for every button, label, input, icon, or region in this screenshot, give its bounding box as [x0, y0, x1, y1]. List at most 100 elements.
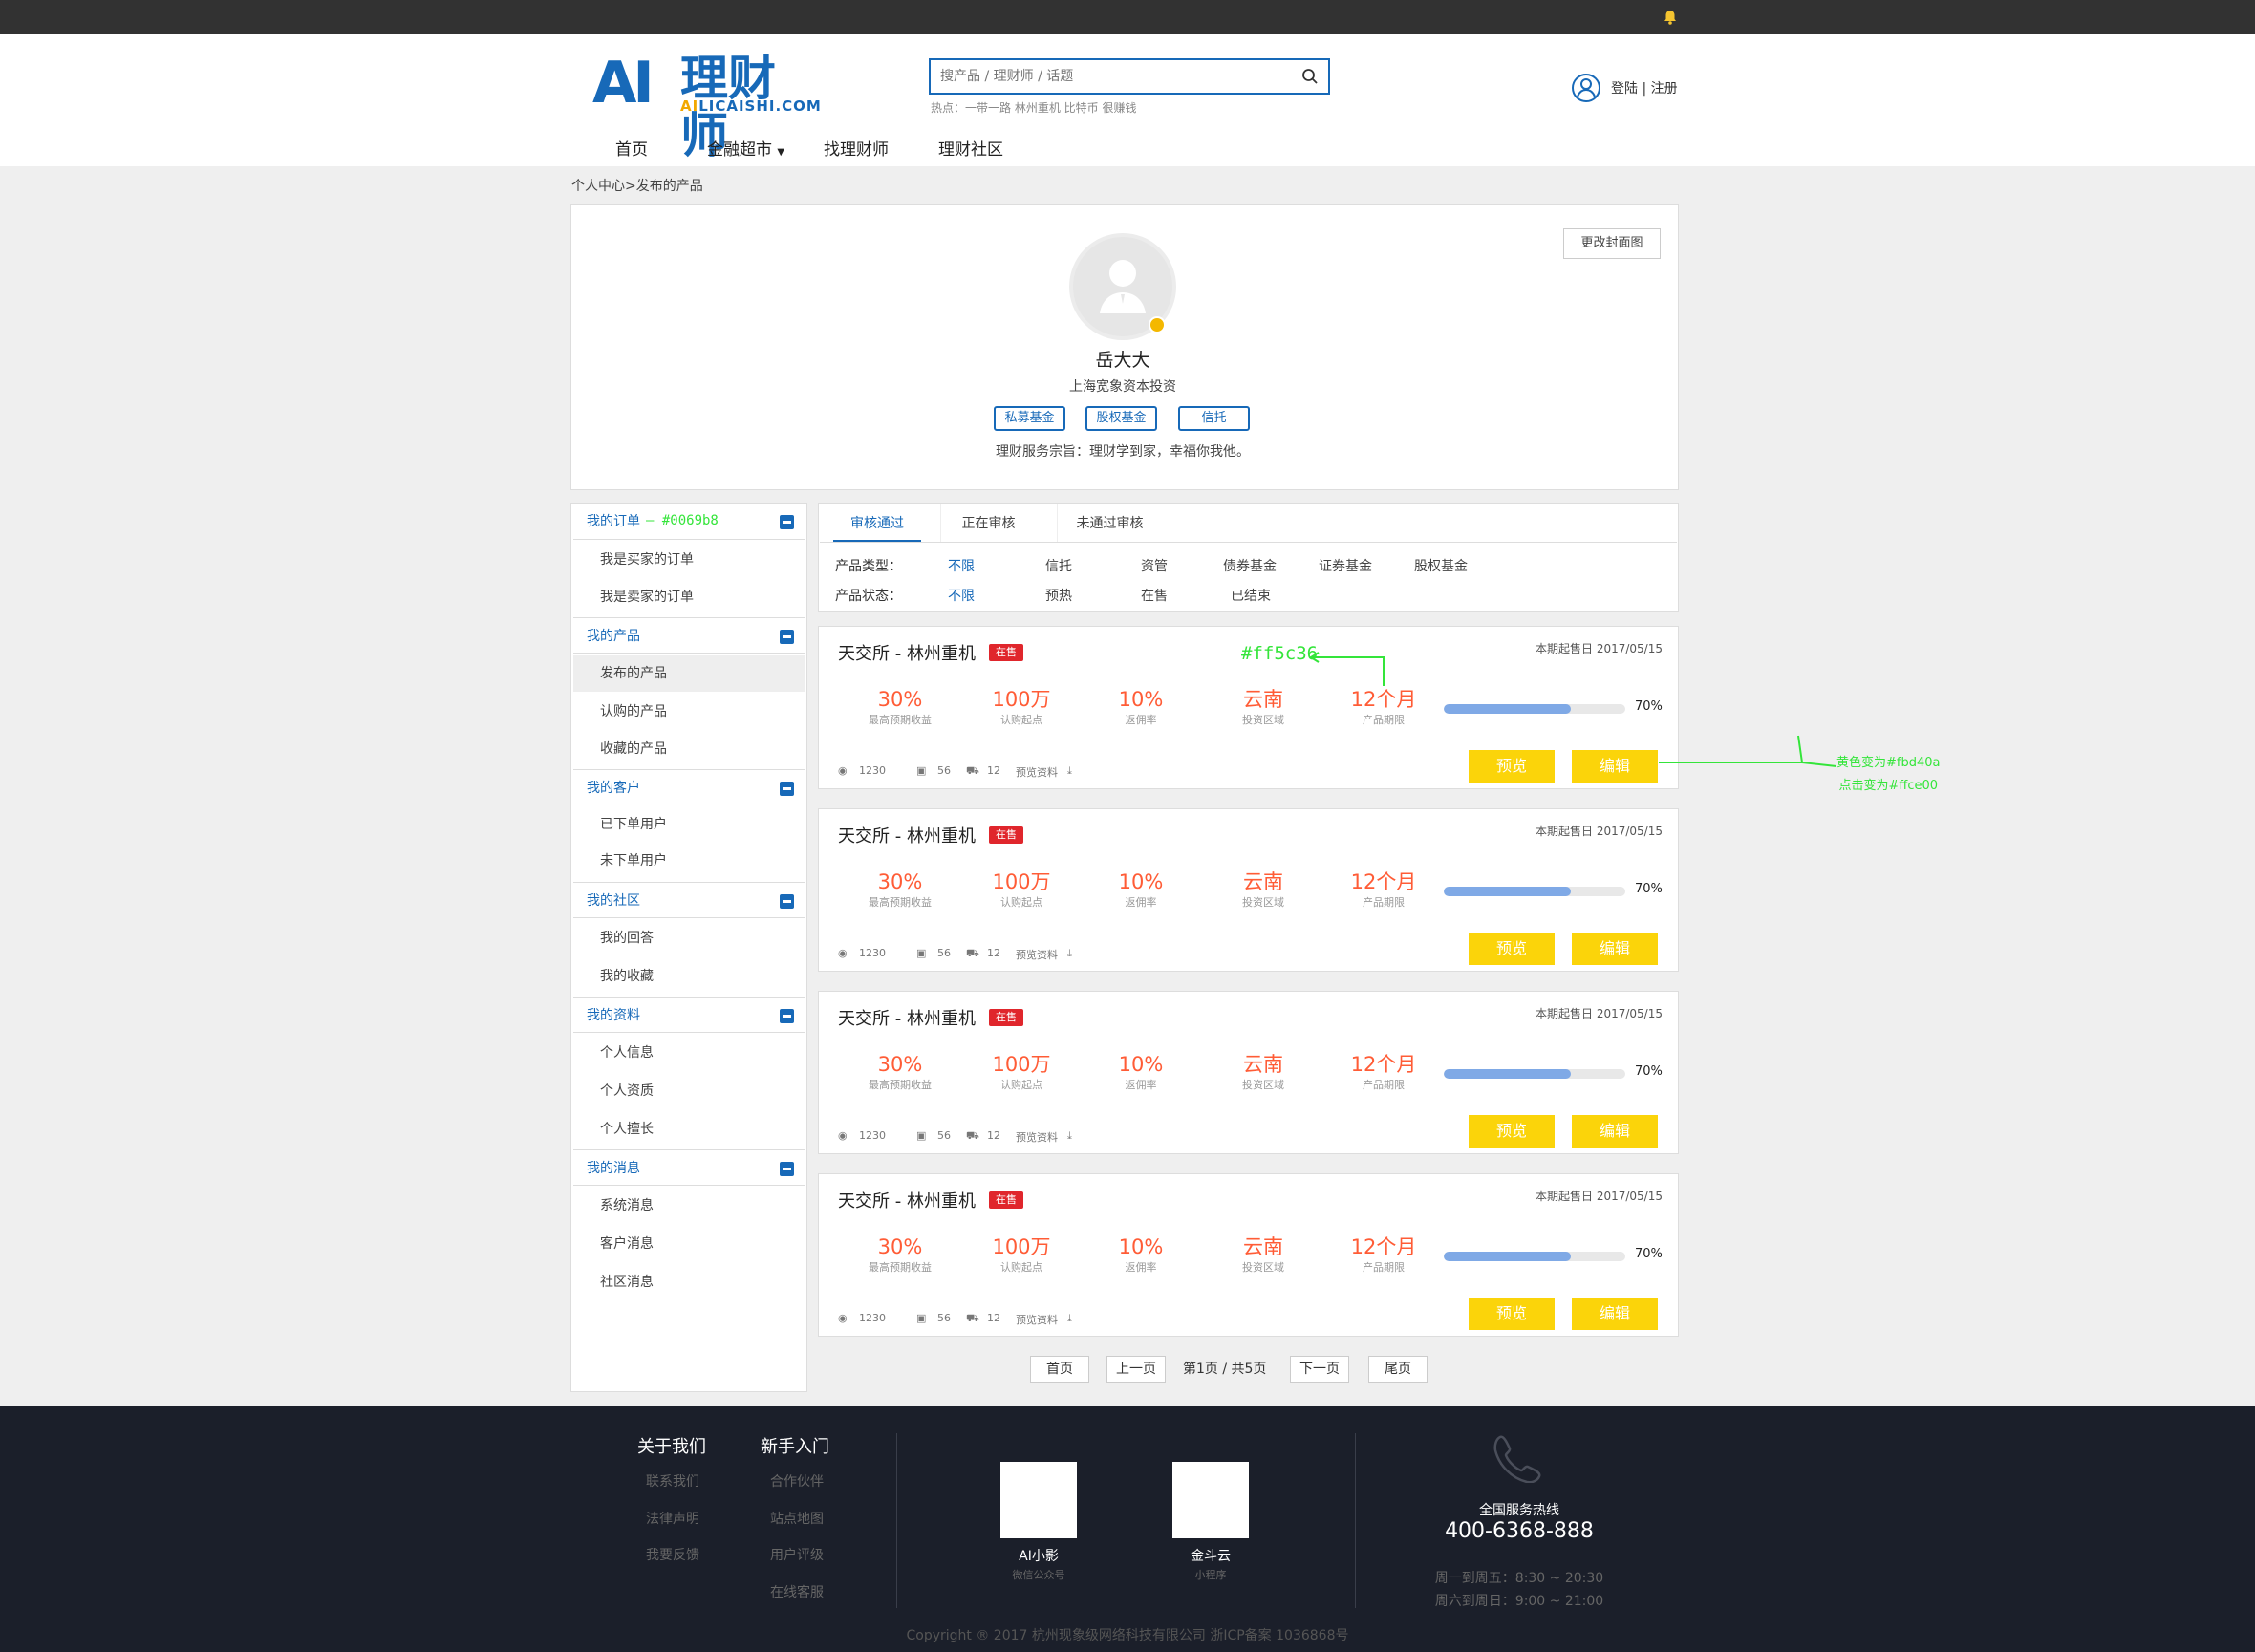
download-icon[interactable]: ⤓	[1067, 1312, 1072, 1325]
sidebar-item-customer-messages[interactable]: 客户消息	[573, 1226, 805, 1262]
footer-link-support[interactable]: 在线客服	[770, 1582, 824, 1601]
sidebar-item-ordered-users[interactable]: 已下单用户	[573, 806, 805, 843]
preview-button[interactable]: 预览	[1469, 1298, 1555, 1330]
phone-icon	[1493, 1435, 1541, 1483]
tag-private-fund[interactable]: 私募基金	[994, 406, 1065, 431]
sidebar-item-unordered-users[interactable]: 未下单用户	[573, 843, 805, 879]
nav-community[interactable]: 理财社区	[938, 136, 1003, 160]
edit-button[interactable]: 编辑	[1572, 1298, 1658, 1330]
preview-button[interactable]: 预览	[1469, 750, 1555, 783]
search-input[interactable]	[940, 66, 1284, 87]
preview-button[interactable]: 预览	[1469, 933, 1555, 965]
sidebar-group-customers[interactable]: 我的客户	[573, 769, 805, 805]
progress-bar	[1444, 704, 1625, 714]
comment-count: 56	[937, 947, 951, 959]
stat-rebate: 10% 返佣率	[1118, 688, 1164, 726]
collapse-icon[interactable]	[780, 894, 794, 909]
hotline-number[interactable]: 400-6368-888	[1424, 1519, 1615, 1543]
qr-miniprogram-name: 金斗云	[1191, 1549, 1231, 1564]
login-register[interactable]: 登陆 | 注册	[1571, 73, 1686, 102]
footer-link-rating[interactable]: 用户评级	[770, 1545, 824, 1564]
download-icon[interactable]: ⤓	[1067, 764, 1072, 778]
footer-link-sitemap[interactable]: 站点地图	[770, 1509, 824, 1528]
page-prev-button[interactable]: 上一页	[1106, 1356, 1166, 1383]
product-title[interactable]: 天交所 - 林州重机	[838, 1005, 976, 1030]
footer-link-feedback[interactable]: 我要反馈	[646, 1545, 699, 1564]
filter-type-trust[interactable]: 信托	[1045, 556, 1072, 575]
progress-percent: 70%	[1635, 1247, 1663, 1261]
sidebar-item-qualification[interactable]: 个人资质	[573, 1073, 805, 1109]
page-first-button[interactable]: 首页	[1030, 1356, 1089, 1383]
sidebar-group-products[interactable]: 我的产品	[573, 617, 805, 654]
sidebar-item-system-messages[interactable]: 系统消息	[573, 1188, 805, 1224]
search-icon[interactable]	[1301, 68, 1319, 85]
collapse-icon[interactable]	[780, 1009, 794, 1023]
progress-bar	[1444, 1069, 1625, 1079]
nav-home[interactable]: 首页	[615, 136, 648, 160]
sidebar-item-personal-info[interactable]: 个人信息	[573, 1035, 805, 1071]
sale-date: 本期起售日 2017/05/15	[1536, 1007, 1663, 1020]
collapse-icon[interactable]	[780, 515, 794, 529]
nav-finance-market[interactable]: 金融超市 ▼	[707, 136, 784, 160]
search-box	[929, 58, 1330, 95]
product-title[interactable]: 天交所 - 林州重机	[838, 1188, 976, 1212]
sidebar-item-expertise[interactable]: 个人擅长	[573, 1111, 805, 1148]
tab-rejected[interactable]: 未通过审核	[1057, 504, 1162, 543]
filter-type-securities-fund[interactable]: 证券基金	[1319, 556, 1372, 575]
site-logo[interactable]: AI 理财师 AILICAISHI.COM	[592, 50, 822, 163]
eye-icon: ◉	[838, 1312, 848, 1324]
sidebar-group-messages[interactable]: 我的消息	[573, 1149, 805, 1186]
sidebar-item-favorite-products[interactable]: 收藏的产品	[573, 731, 805, 767]
page-next-button[interactable]: 下一页	[1290, 1356, 1349, 1383]
filter-type-equity-fund[interactable]: 股权基金	[1414, 556, 1468, 575]
tab-approved[interactable]: 审核通过	[833, 504, 921, 543]
download-icon[interactable]: ⤓	[1067, 1129, 1072, 1143]
verified-badge-icon	[1149, 316, 1166, 333]
preview-docs-link[interactable]: 预览资料	[1016, 764, 1058, 780]
stat-region: 云南 投资区域	[1242, 1235, 1284, 1274]
filter-status-on-sale[interactable]: 在售	[1141, 586, 1168, 605]
preview-button[interactable]: 预览	[1469, 1115, 1555, 1148]
hot-topics[interactable]: 热点：一带一路 林州重机 比特币 很赚钱	[931, 99, 1136, 116]
sidebar-item-my-answers[interactable]: 我的回答	[573, 920, 805, 956]
eye-icon: ◉	[838, 1129, 848, 1142]
tag-trust[interactable]: 信托	[1178, 406, 1250, 431]
sidebar-item-published-products[interactable]: 发布的产品	[573, 655, 805, 692]
filter-status-all[interactable]: 不限	[948, 586, 975, 605]
sidebar-item-seller-orders[interactable]: 我是卖家的订单	[573, 579, 805, 615]
filter-type-bond-fund[interactable]: 债券基金	[1223, 556, 1277, 575]
sidebar-item-my-favorites[interactable]: 我的收藏	[573, 958, 805, 995]
tag-equity-fund[interactable]: 股权基金	[1085, 406, 1157, 431]
preview-docs-link[interactable]: 预览资料	[1016, 947, 1058, 962]
bell-icon[interactable]	[1661, 8, 1680, 27]
tab-reviewing[interactable]: 正在审核	[940, 504, 1036, 543]
product-title[interactable]: 天交所 - 林州重机	[838, 640, 976, 665]
product-title[interactable]: 天交所 - 林州重机	[838, 823, 976, 847]
sidebar-item-buyer-orders[interactable]: 我是买家的订单	[573, 542, 805, 578]
preview-docs-link[interactable]: 预览资料	[1016, 1129, 1058, 1145]
edit-button[interactable]: 编辑	[1572, 750, 1658, 783]
filter-type-all[interactable]: 不限	[948, 556, 975, 575]
filter-status-warmup[interactable]: 预热	[1045, 586, 1072, 605]
filter-status-ended[interactable]: 已结束	[1231, 586, 1271, 605]
hotline-label: 全国服务热线	[1479, 1503, 1559, 1518]
stat-yield: 30% 最高预期收益	[869, 1235, 932, 1274]
collapse-icon[interactable]	[780, 782, 794, 796]
edit-button[interactable]: 编辑	[1572, 933, 1658, 965]
filter-type-asset-mgmt[interactable]: 资管	[1141, 556, 1168, 575]
download-icon[interactable]: ⤓	[1067, 947, 1072, 960]
footer-link-partners[interactable]: 合作伙伴	[770, 1471, 824, 1491]
sidebar-group-profile[interactable]: 我的资料	[573, 997, 805, 1033]
footer-link-contact[interactable]: 联系我们	[646, 1471, 699, 1491]
nav-find-advisor[interactable]: 找理财师	[824, 136, 889, 160]
sidebar-item-subscribed-products[interactable]: 认购的产品	[573, 694, 805, 730]
collapse-icon[interactable]	[780, 1162, 794, 1176]
edit-button[interactable]: 编辑	[1572, 1115, 1658, 1148]
page-last-button[interactable]: 尾页	[1368, 1356, 1428, 1383]
footer-link-legal[interactable]: 法律声明	[646, 1509, 699, 1528]
sidebar-item-community-messages[interactable]: 社区消息	[573, 1264, 805, 1300]
preview-docs-link[interactable]: 预览资料	[1016, 1312, 1058, 1327]
collapse-icon[interactable]	[780, 630, 794, 644]
change-cover-button[interactable]: 更改封面图	[1563, 228, 1661, 259]
sidebar-group-community[interactable]: 我的社区	[573, 882, 805, 918]
